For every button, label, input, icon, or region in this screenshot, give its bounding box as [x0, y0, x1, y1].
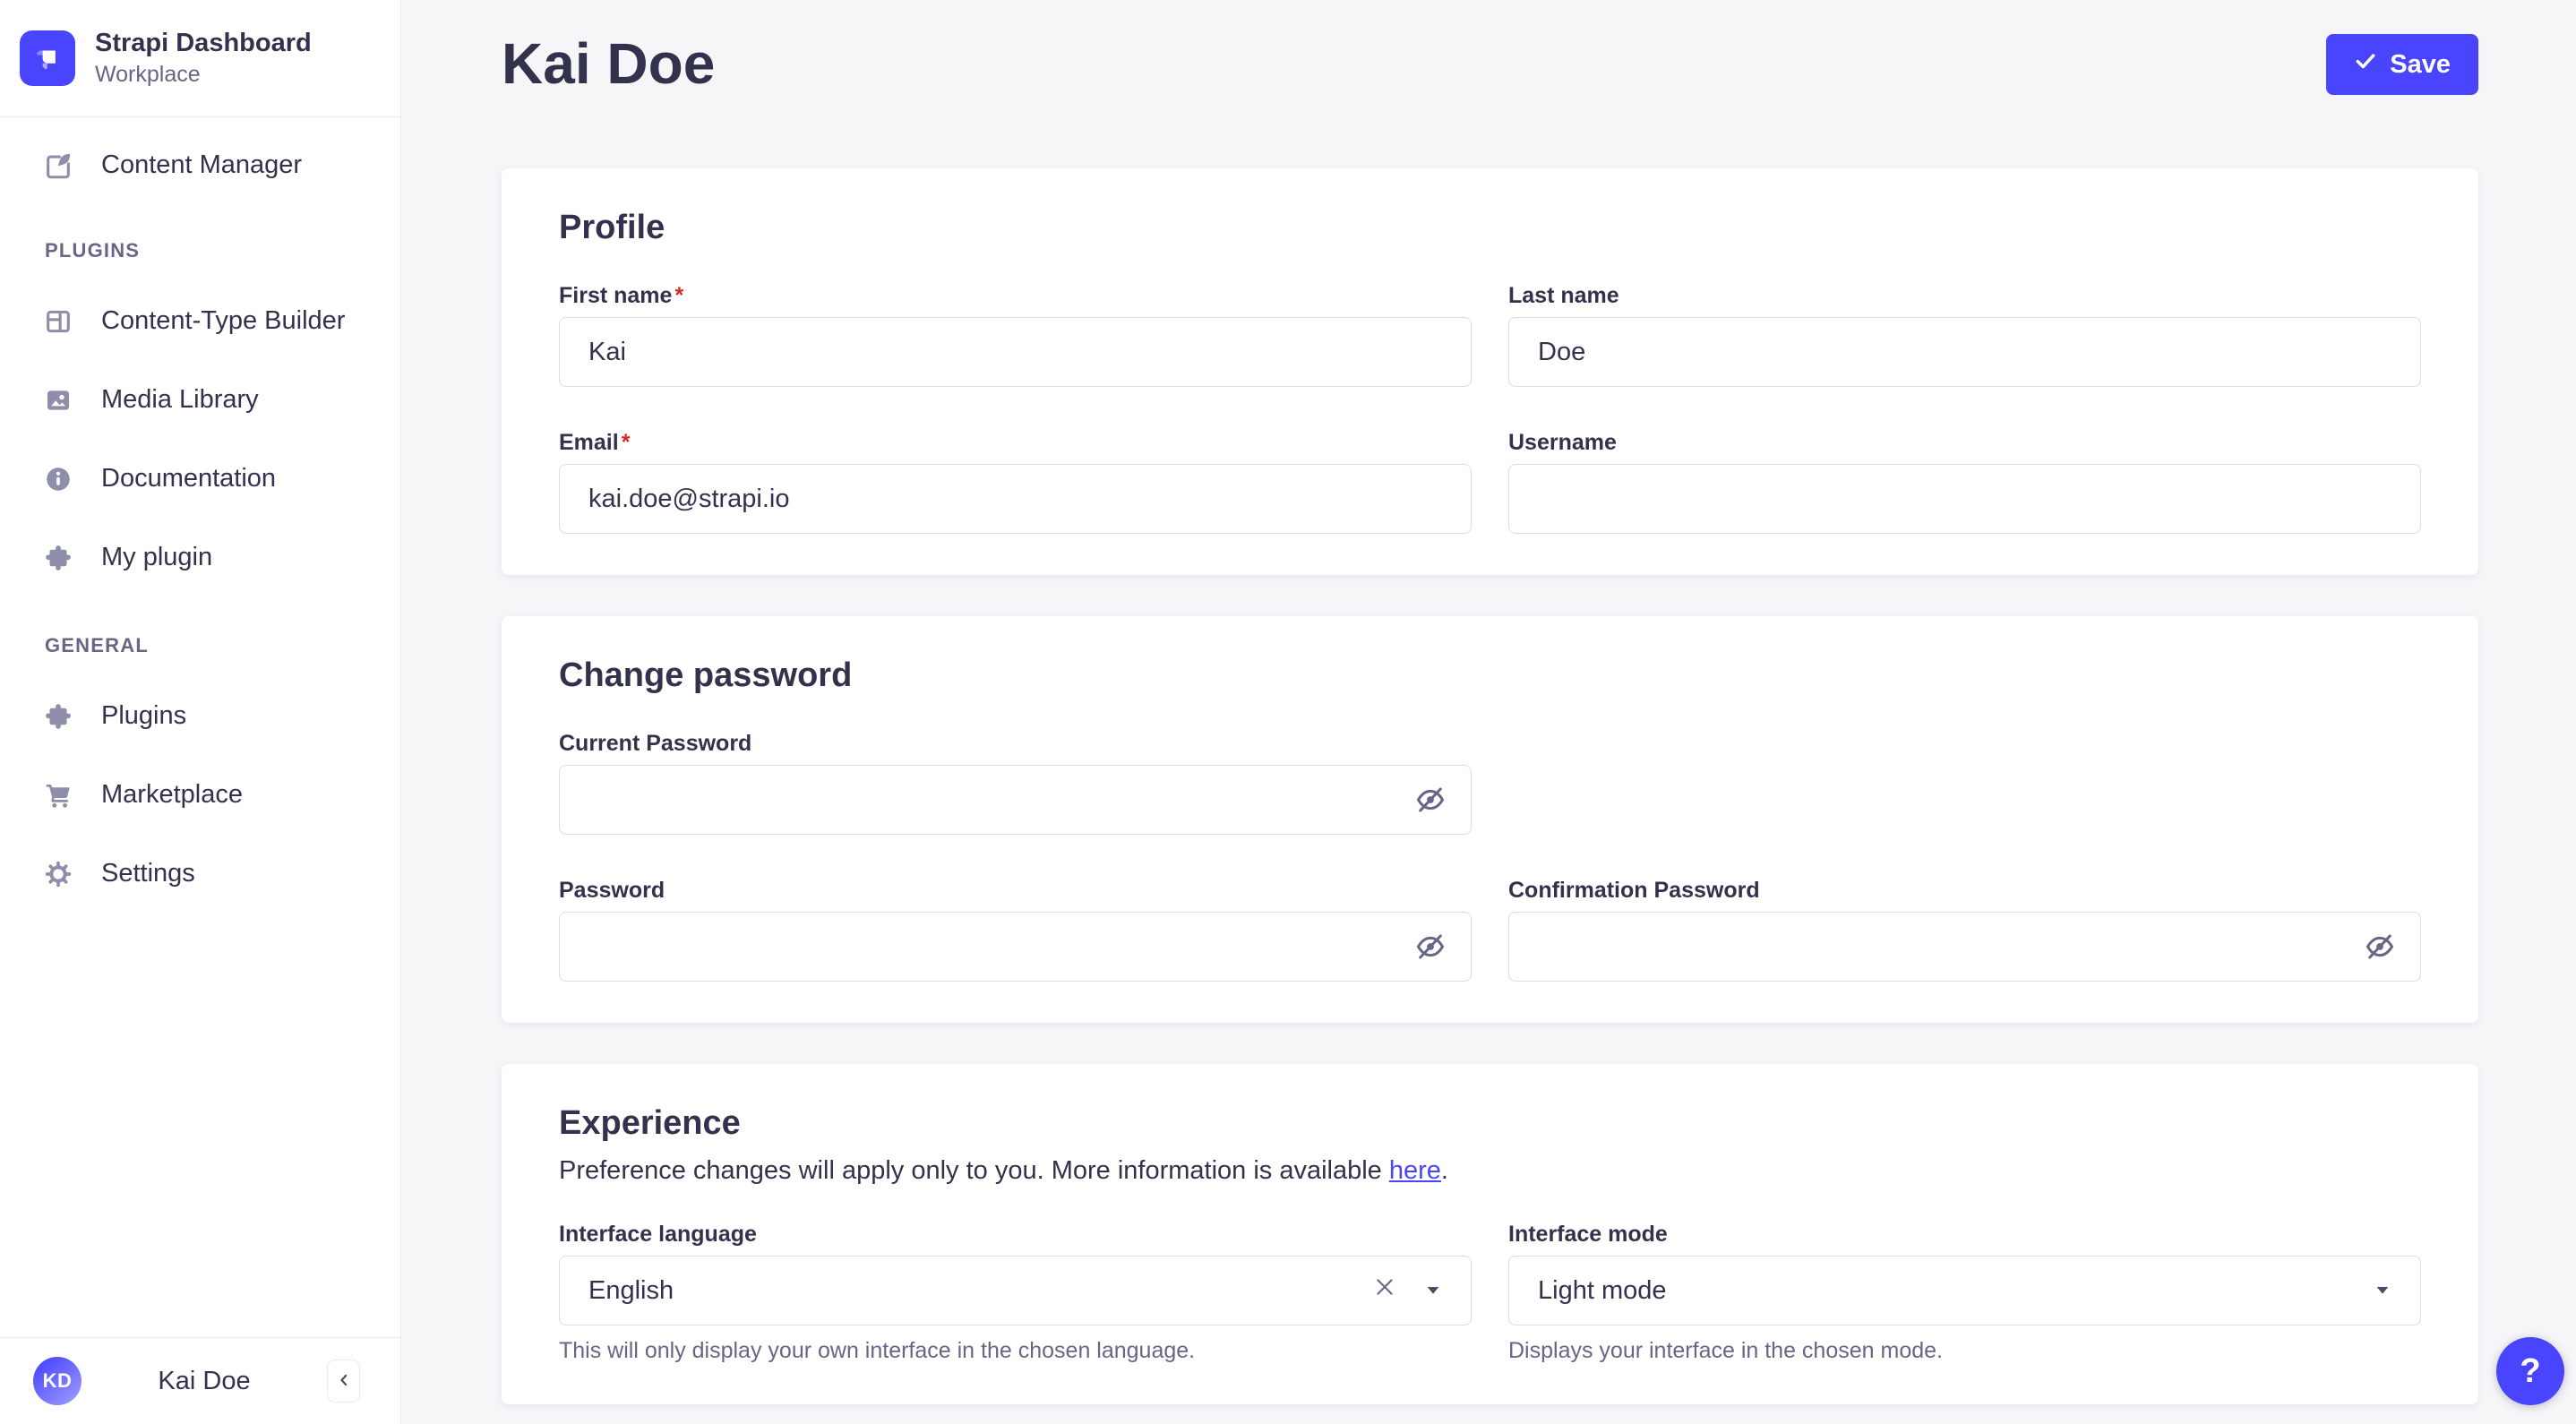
sidebar-item-label: Marketplace — [101, 780, 243, 809]
sidebar-item-label: Media Library — [101, 385, 259, 414]
avatar: KD — [33, 1357, 82, 1405]
email-label: Email * — [559, 430, 631, 455]
eye-off-icon — [1416, 787, 1445, 812]
interface-language-select[interactable]: English — [559, 1256, 1472, 1325]
sidebar-item-label: Content Manager — [101, 150, 303, 179]
first-name-field-group: First name * — [559, 283, 1472, 387]
main-content: Kai Doe Save Profile First name* Last na… — [401, 0, 2576, 1424]
save-button[interactable]: Save — [2326, 34, 2478, 95]
interface-language-helper: This will only display your own interfac… — [559, 1338, 1196, 1363]
sidebar-section-general: GENERAL — [45, 633, 149, 656]
sidebar-nav: Content Manager PLUGINS Content-Type Bui… — [0, 117, 400, 901]
chevron-left-icon — [335, 1371, 353, 1392]
last-name-field-group: Last name — [1508, 283, 2421, 387]
info-circle-icon — [42, 463, 74, 495]
email-input[interactable] — [559, 464, 1472, 534]
chevron-down-icon — [2374, 1276, 2391, 1306]
sidebar-footer: KD Kai Doe — [0, 1337, 400, 1424]
confirmation-password-field-group: Confirmation Password — [1508, 878, 2421, 982]
brand-subtitle: Workplace — [95, 62, 201, 88]
check-icon — [2354, 49, 2377, 80]
puzzle-icon — [42, 542, 74, 574]
experience-card: Experience Preference changes will apply… — [502, 1064, 2478, 1404]
interface-mode-helper: Displays your interface in the chosen mo… — [1508, 1338, 1943, 1363]
interface-language-label: Interface language — [559, 1222, 757, 1247]
toggle-password-visibility-button[interactable] — [1413, 929, 1448, 965]
required-asterisk: * — [674, 283, 684, 308]
workplace-brand: Strapi Dashboard Workplace — [0, 0, 400, 117]
sidebar: Strapi Dashboard Workplace Content Manag… — [0, 0, 401, 1424]
sidebar-item-content-manager[interactable]: Content Manager — [0, 139, 400, 193]
page-title: Kai Doe — [502, 31, 716, 96]
change-password-card: Change password Current Password Passwor… — [502, 616, 2478, 1023]
brand-text: Strapi Dashboard Workplace — [95, 27, 312, 90]
username-field-group: Username — [1508, 430, 2421, 534]
sidebar-item-settings[interactable]: Settings — [0, 847, 400, 901]
sidebar-item-label: Documentation — [101, 464, 277, 493]
interface-mode-value: Light mode — [1538, 1275, 1667, 1305]
password-label: Password — [559, 878, 665, 903]
picture-icon — [42, 384, 74, 416]
current-password-label: Current Password — [559, 731, 752, 756]
puzzle-icon — [42, 700, 74, 733]
sidebar-item-my-plugin[interactable]: My plugin — [0, 531, 400, 585]
required-asterisk: * — [621, 430, 631, 455]
gear-icon — [42, 858, 74, 890]
experience-subtitle: Preference changes will apply only to yo… — [559, 1156, 1448, 1185]
sidebar-collapse-button[interactable] — [327, 1360, 360, 1403]
clear-icon[interactable] — [1372, 1274, 1397, 1307]
sidebar-item-content-type-builder[interactable]: Content-Type Builder — [0, 295, 400, 348]
eye-off-icon — [1416, 934, 1445, 959]
interface-language-value: English — [588, 1275, 674, 1305]
help-button[interactable]: ? — [2496, 1337, 2564, 1405]
sidebar-item-marketplace[interactable]: Marketplace — [0, 768, 400, 822]
password-input[interactable] — [559, 912, 1472, 982]
interface-language-field-group: Interface language English This will onl… — [559, 1222, 1472, 1363]
sidebar-item-label: Plugins — [101, 701, 187, 730]
sidebar-item-plugins[interactable]: Plugins — [0, 690, 400, 743]
interface-mode-select[interactable]: Light mode — [1508, 1256, 2421, 1325]
current-password-field-group: Current Password — [559, 731, 1472, 835]
layout-icon — [42, 305, 74, 338]
sidebar-item-media-library[interactable]: Media Library — [0, 373, 400, 427]
sidebar-item-label: My plugin — [101, 543, 213, 571]
first-name-input[interactable] — [559, 317, 1472, 387]
save-button-label: Save — [2390, 49, 2451, 79]
profile-card: Profile First name* Last name Email* Use… — [502, 168, 2478, 575]
confirmation-password-label: Confirmation Password — [1508, 878, 1760, 903]
more-information-link[interactable]: here — [1389, 1156, 1441, 1185]
confirmation-password-input[interactable] — [1508, 912, 2421, 982]
last-name-label: Last name — [1508, 283, 1619, 308]
cart-icon — [42, 779, 74, 811]
toggle-password-visibility-button[interactable] — [1413, 782, 1448, 818]
username-input[interactable] — [1508, 464, 2421, 534]
sidebar-item-documentation[interactable]: Documentation — [0, 452, 400, 506]
profile-heading: Profile — [559, 209, 665, 246]
interface-mode-field-group: Interface mode Light mode Displays your … — [1508, 1222, 2421, 1363]
email-field-group: Email * — [559, 430, 1472, 534]
last-name-input[interactable] — [1508, 317, 2421, 387]
first-name-label: First name * — [559, 283, 684, 308]
pen-square-icon — [42, 150, 74, 182]
sidebar-user-name: Kai Doe — [158, 1366, 251, 1395]
interface-mode-label: Interface mode — [1508, 1222, 1668, 1247]
sidebar-item-label: Settings — [101, 859, 195, 888]
current-password-input[interactable] — [559, 765, 1472, 835]
strapi-logo-icon — [20, 30, 75, 86]
brand-title: Strapi Dashboard — [95, 29, 312, 57]
chevron-down-icon — [1424, 1276, 1442, 1306]
toggle-password-visibility-button[interactable] — [2362, 929, 2398, 965]
sidebar-item-label: Content-Type Builder — [101, 306, 346, 335]
page-header: Kai Doe Save — [502, 32, 2478, 95]
eye-off-icon — [2366, 934, 2394, 959]
new-password-field-group: Password — [559, 878, 1472, 982]
experience-heading: Experience — [559, 1104, 741, 1142]
change-password-heading: Change password — [559, 656, 853, 694]
username-label: Username — [1508, 430, 1617, 455]
sidebar-section-plugins: PLUGINS — [45, 238, 141, 262]
